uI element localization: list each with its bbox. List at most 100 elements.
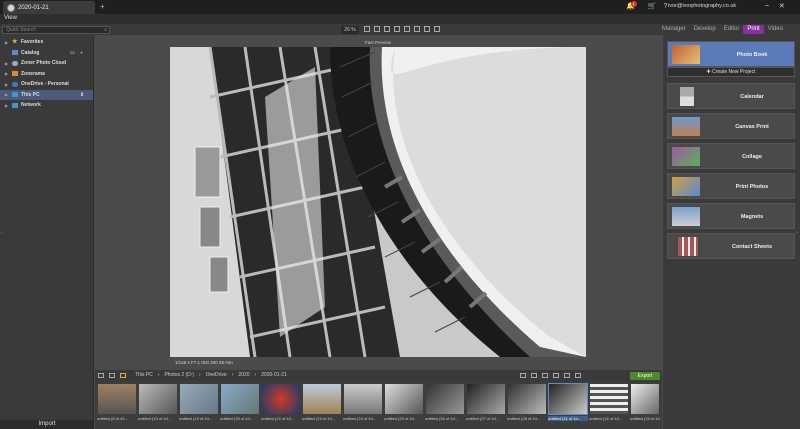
navigator-panel: ▶ ★ Favorites Catalog ▭ ● ▶ Zoner Photo … [0,35,94,429]
thumbnail[interactable]: untitled (32 of 44... [589,384,629,426]
thumbnail[interactable]: untitled (23 of 44... [302,384,342,426]
tree-item-network[interactable]: ▶ Network [0,100,93,111]
tab-video[interactable]: Video [764,25,787,34]
expand-arrow-icon[interactable]: ▶ [5,103,9,108]
search-placeholder: Quick Search [6,27,37,33]
help-icon[interactable]: ? [663,3,667,10]
thumbnail[interactable]: untitled (19 of 44... [179,384,219,426]
toggle-filmstrip-icon[interactable] [98,373,104,378]
breadcrumb-item[interactable]: Photos 2 (D:) [164,372,193,378]
grid-icon[interactable] [394,26,400,32]
breadcrumb-item[interactable]: 2020 [238,372,249,378]
folder-icon[interactable]: ▭ [70,50,75,56]
tree-item-this-pc[interactable]: ▶ This PC ⇕ [0,89,93,100]
tree-item-zonerama[interactable]: ▶ Zonerama [0,69,93,80]
tree-item-favorites[interactable]: ▶ ★ Favorites [0,37,93,48]
compare-icon[interactable] [384,26,390,32]
thumbnail[interactable]: untitled (15 of 44... [138,384,178,426]
thumbnail[interactable]: untitled (22 of 44... [261,384,301,426]
filmstrip-left-tools [98,373,126,378]
print-item-label: Photo Book [736,52,768,58]
thumbnail[interactable]: untitled (28 of 44... [507,384,547,426]
search-input[interactable]: Quick Search ⌕ [2,26,110,34]
import-button[interactable]: Import [0,420,94,429]
sync-icon[interactable]: ● [80,50,83,56]
view-tools [364,26,440,32]
expand-arrow-icon[interactable]: ▶ [5,61,9,66]
print-item-label: Canvas Print [735,124,769,130]
tree-item-zoner-cloud[interactable]: ▶ Zoner Photo Cloud [0,58,93,69]
catalog-icon [12,50,18,56]
print-item-label: Print Photos [735,184,769,190]
expand-arrow-icon[interactable]: ▶ [5,40,9,45]
breadcrumb-item[interactable]: This PC [135,372,153,378]
lock-icon[interactable] [404,26,410,32]
pc-icon [12,92,18,98]
print-photos[interactable]: Print Photos [667,173,795,199]
document-tab[interactable]: 2020-01-21 [3,1,95,14]
settings-icon[interactable] [434,26,440,32]
label-icon[interactable] [564,373,570,378]
fit-icon[interactable] [364,26,370,32]
tree-label: Favorites [21,39,44,46]
expand-arrow-icon[interactable]: ▶ [5,92,9,97]
expand-arrow-icon[interactable]: ▶ [5,71,9,76]
thumbnail[interactable]: untitled (24 of 44... [343,384,383,426]
new-tab-button[interactable]: + [100,2,105,11]
rotate-icon[interactable] [553,373,559,378]
export-button[interactable]: Export [630,372,660,380]
thumbnail[interactable]: untitled (33 of 44... [630,384,660,426]
thumbnail-selected[interactable]: untitled (31 of 44... [548,383,588,426]
account-email[interactable]: ivor@ivorphotography.co.uk [668,3,736,9]
share-icon[interactable] [575,373,581,378]
tree-item-onedrive[interactable]: ▶ OneDrive - Personal [0,79,93,90]
breadcrumb-separator-icon: › [157,372,160,378]
menu-bar: View [0,14,800,24]
thumbnail[interactable]: untitled (20 of 44... [220,384,260,426]
main-photo[interactable] [170,47,586,357]
cart-icon[interactable]: 🛒 [648,2,657,10]
thumbnail[interactable]: untitled (26 of 44... [425,384,465,426]
print-calendar[interactable]: Calendar [667,83,795,109]
minimize-icon[interactable]: – [765,2,769,10]
menu-view[interactable]: View [4,15,17,21]
tab-develop[interactable]: Develop [690,25,720,34]
copy-icon[interactable] [531,373,537,378]
print-photo-book[interactable]: Photo Book [667,41,795,67]
folder-icon[interactable] [120,373,126,378]
print-magnets[interactable]: Magnets [667,203,795,229]
thumbnail[interactable]: untitled (27 of 44... [466,384,506,426]
print-contact-sheets[interactable]: Contact Sheets [667,233,795,259]
actual-size-icon[interactable] [374,26,380,32]
breadcrumb-item[interactable]: OneDrive [206,372,227,378]
new-folder-icon[interactable] [109,373,115,378]
cloud-icon [12,60,18,66]
close-icon[interactable]: ✕ [779,2,785,10]
collapse-left-icon[interactable]: ‹ [1,230,3,236]
create-new-project-button[interactable]: ✚ Create New Project [667,67,795,77]
tab-manager[interactable]: Manager [658,25,690,34]
print-canvas[interactable]: Canvas Print [667,113,795,139]
delete-icon[interactable] [520,373,526,378]
notifications-icon[interactable]: 🔔1 [626,1,641,10]
options-icon[interactable]: ⇕ [80,92,84,98]
window-controls: – ✕ [765,2,785,10]
tree-label: Network [21,102,41,109]
print-photos-thumb [672,177,700,196]
notification-badge: 1 [630,1,637,7]
tab-print[interactable]: Print [743,25,764,34]
thumbnail[interactable]: untitled (8 of 44... [97,384,137,426]
zoom-level[interactable]: 26 % [341,26,359,34]
breadcrumb-item[interactable]: 2020-01-21 [261,372,287,378]
zoom-in-icon[interactable] [414,26,420,32]
zoom-out-icon[interactable] [424,26,430,32]
thumbnail[interactable]: untitled (25 of 44... [384,384,424,426]
tree-item-catalog[interactable]: Catalog ▭ ● [0,48,93,59]
collapse-right-icon[interactable]: › [796,230,798,236]
move-icon[interactable] [542,373,548,378]
print-collage[interactable]: Collage [667,143,795,169]
mode-tabs: Manager Develop Editor Print Video [658,24,787,35]
tab-editor[interactable]: Editor [720,25,744,34]
titlebar-icons: 🔔1 🛒 ? [626,1,667,10]
expand-arrow-icon[interactable]: ▶ [5,82,9,87]
